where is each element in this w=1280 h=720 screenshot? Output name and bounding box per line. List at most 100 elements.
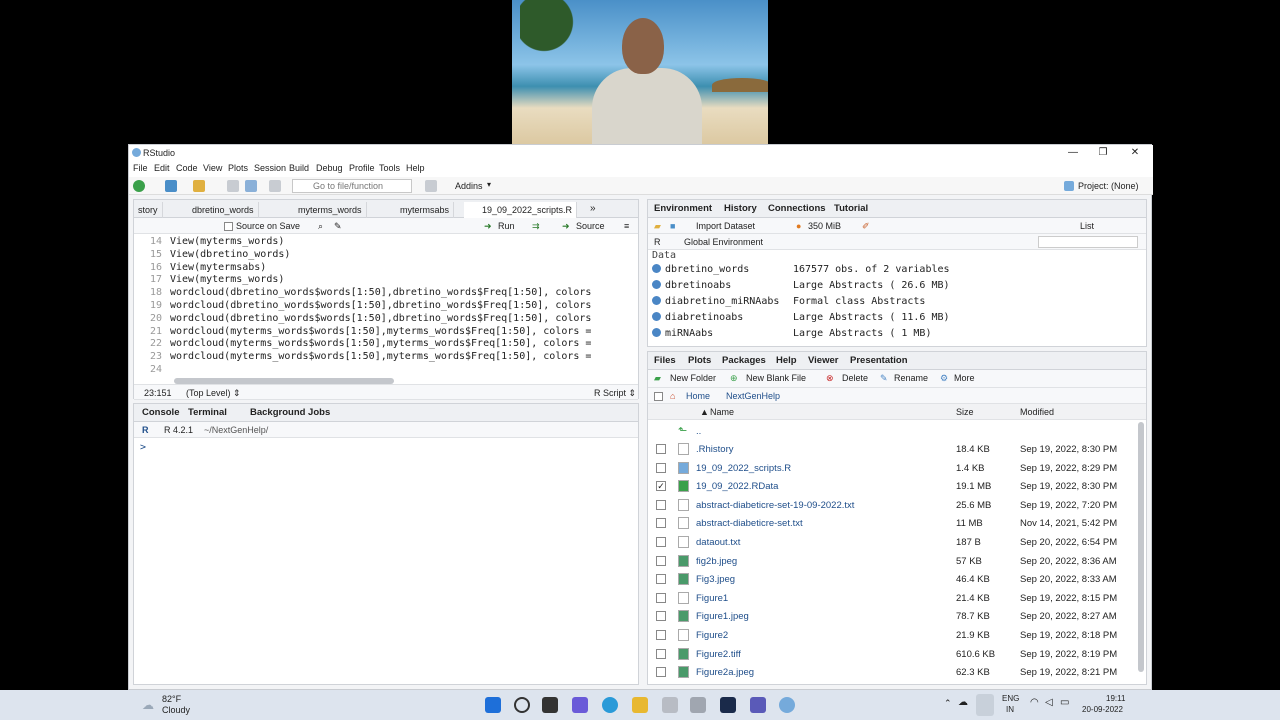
tab-connections[interactable]: Connections xyxy=(768,203,826,214)
wand-icon[interactable]: ✎ xyxy=(334,221,342,232)
close-button[interactable]: ✕ xyxy=(1125,147,1145,158)
env-row[interactable]: miRNAabs Large Abstracts ( 1 MB) xyxy=(652,328,931,344)
file-checkbox[interactable] xyxy=(656,518,666,529)
clock-time[interactable]: 19:11 xyxy=(1106,694,1125,703)
expand-icon[interactable] xyxy=(652,312,661,321)
file-name[interactable]: dataout.txt xyxy=(696,537,740,548)
file-row[interactable]: 19_09_2022_scripts.R 1.4 KB Sep 19, 2022, … xyxy=(648,459,1138,477)
file-row[interactable]: Figure1 21.4 KB Sep 19, 2022, 8:15 PM xyxy=(648,589,1138,607)
menu-view[interactable]: View xyxy=(203,163,222,173)
file-row[interactable]: Figure2 21.9 KB Sep 19, 2022, 8:18 PM xyxy=(648,626,1138,644)
wifi-icon[interactable]: ◠ xyxy=(1030,697,1039,708)
tab-environment[interactable]: Environment xyxy=(654,203,712,214)
open-file-icon[interactable] xyxy=(193,180,205,192)
cloud-tray-icon[interactable]: ☁ xyxy=(958,697,968,708)
search-icon[interactable] xyxy=(514,697,530,713)
file-checkbox[interactable] xyxy=(656,444,666,454)
terminal-app-icon[interactable] xyxy=(720,697,736,713)
scope-selector-env[interactable]: Global Environment xyxy=(684,237,763,247)
tab-mytermsabs[interactable]: mytermsabs xyxy=(382,202,455,218)
goto-file-input[interactable]: Go to file/function xyxy=(292,179,412,193)
addins-menu[interactable]: Addins xyxy=(455,181,483,191)
memory-usage[interactable]: 350 MiB xyxy=(808,221,841,231)
menu-session[interactable]: Session xyxy=(254,163,286,173)
console-prompt[interactable]: > xyxy=(140,442,146,453)
chat-icon[interactable] xyxy=(572,697,588,713)
addins-chevron-icon[interactable]: ▾ xyxy=(487,180,491,189)
more-button[interactable]: More xyxy=(954,373,975,383)
file-name[interactable]: 19_09_2022.RData xyxy=(696,481,778,492)
env-row[interactable]: diabretino_miRNAabs Formal class Abstract… xyxy=(652,296,925,312)
tab-console[interactable]: Console xyxy=(142,407,179,418)
expand-icon[interactable] xyxy=(652,280,661,289)
file-name[interactable]: Figure2 xyxy=(696,630,728,641)
file-name[interactable]: Figure1 xyxy=(696,593,728,604)
file-checkbox[interactable] xyxy=(656,630,666,640)
code-editor[interactable]: 14 View(myterms_words) 15 View(dbretino_wo… xyxy=(134,236,634,376)
new-file-icon[interactable] xyxy=(133,180,145,192)
file-checkbox[interactable]: ✓ xyxy=(656,481,666,492)
tray-chevron-icon[interactable]: ⌃ xyxy=(944,698,952,709)
minimize-button[interactable]: — xyxy=(1063,147,1083,158)
open-workspace-icon[interactable]: ▰ xyxy=(654,221,661,232)
weather-temp[interactable]: 82°F xyxy=(162,694,181,704)
tab-help[interactable]: Help xyxy=(776,355,797,366)
file-name[interactable]: fig2b.jpeg xyxy=(696,556,737,567)
new-folder-button[interactable]: New Folder xyxy=(670,373,716,383)
weather-desc[interactable]: Cloudy xyxy=(162,705,190,715)
rerun-icon[interactable]: ⇉ xyxy=(532,221,540,232)
tab-packages[interactable]: Packages xyxy=(722,355,766,366)
tab-terminal[interactable]: Terminal xyxy=(188,407,227,418)
file-checkbox[interactable] xyxy=(656,648,666,659)
file-name[interactable]: abstract-diabeticre-set.txt xyxy=(696,518,803,529)
file-row[interactable]: abstract-diabeticre-set-19-09-2022.txt 25… xyxy=(648,496,1138,514)
col-size[interactable]: Size xyxy=(956,407,974,417)
console-output[interactable] xyxy=(134,456,638,682)
file-checkbox[interactable] xyxy=(656,462,666,473)
rename-button[interactable]: Rename xyxy=(894,373,928,383)
project-menu[interactable]: Project: (None) xyxy=(1078,181,1139,191)
tab-tutorial[interactable]: Tutorial xyxy=(834,203,868,214)
env-row[interactable]: diabretinoabs Large Abstracts ( 11.6 MB) xyxy=(652,312,950,328)
menu-plots[interactable]: Plots xyxy=(228,163,248,173)
rstudio-taskbar-icon[interactable] xyxy=(779,697,795,713)
tab-dbretino-words[interactable]: dbretino_words xyxy=(174,202,259,218)
outline-icon[interactable]: ≡ xyxy=(624,221,629,231)
file-name[interactable]: .Rhistory xyxy=(696,444,733,455)
menu-code[interactable]: Code xyxy=(176,163,198,173)
input-region[interactable]: IN xyxy=(1006,705,1014,714)
file-type-selector[interactable]: R Script ⇕ xyxy=(594,388,636,399)
scope-selector[interactable]: (Top Level) ⇕ xyxy=(186,388,241,399)
save-workspace-icon[interactable]: ■ xyxy=(670,221,675,231)
restore-button[interactable]: ❐ xyxy=(1093,147,1113,158)
app-icon[interactable] xyxy=(690,697,706,713)
source-button[interactable]: Source xyxy=(576,221,605,231)
list-view-selector[interactable]: List xyxy=(1080,221,1094,231)
select-all-checkbox[interactable] xyxy=(654,392,663,401)
tab-script[interactable]: 19_09_2022_scripts.R xyxy=(464,202,578,218)
expand-icon[interactable] xyxy=(652,264,661,273)
edge-icon[interactable] xyxy=(602,697,618,713)
file-row[interactable]: Figure1.jpeg 78.7 KB Sep 20, 2022, 8:27 AM xyxy=(648,607,1138,625)
environment-search-input[interactable] xyxy=(1038,236,1138,248)
volume-icon[interactable]: ◁ xyxy=(1045,697,1053,708)
file-row[interactable]: .Rhistory 18.4 KB Sep 19, 2022, 8:30 PM xyxy=(648,440,1138,458)
file-row[interactable]: dataout.txt 187 B Sep 20, 2022, 6:54 PM xyxy=(648,533,1138,551)
run-button[interactable]: Run xyxy=(498,221,515,231)
source-on-save-checkbox[interactable] xyxy=(224,222,233,231)
menu-file[interactable]: File xyxy=(133,163,148,173)
file-row[interactable]: Figure2a.jpeg 62.3 KB Sep 19, 2022, 8:21 P… xyxy=(648,663,1138,681)
input-lang[interactable]: ENG xyxy=(1002,694,1019,703)
file-checkbox[interactable] xyxy=(656,667,666,678)
menu-debug[interactable]: Debug xyxy=(316,163,343,173)
file-name[interactable]: Figure1.jpeg xyxy=(696,611,749,622)
file-row[interactable]: ✓ 19_09_2022.RData 19.1 MB Sep 19, 2022, 8:… xyxy=(648,477,1138,495)
file-checkbox[interactable] xyxy=(656,499,666,510)
env-row[interactable]: dbretinoabs Large Abstracts ( 26.6 MB) xyxy=(652,280,950,296)
import-dataset-button[interactable]: Import Dataset xyxy=(696,221,755,231)
env-row[interactable]: dbretino_words 167577 obs. of 2 variables xyxy=(652,264,950,280)
tab-files[interactable]: Files xyxy=(654,355,676,366)
teams-icon[interactable] xyxy=(750,697,766,713)
new-project-icon[interactable] xyxy=(165,180,177,192)
expand-icon[interactable] xyxy=(652,296,661,305)
